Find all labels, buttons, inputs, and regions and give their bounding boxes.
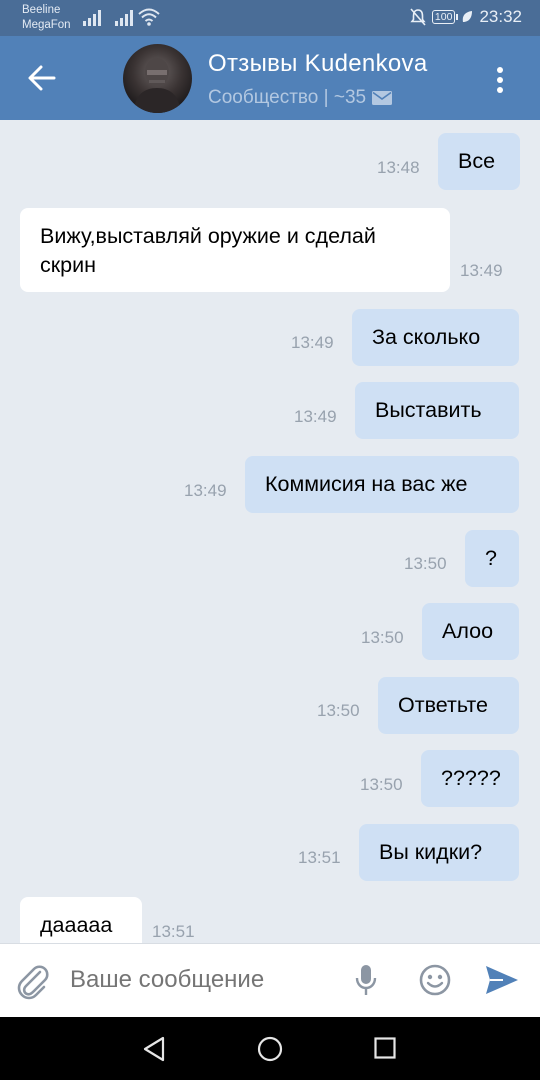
message-time: 13:48: [377, 158, 420, 177]
status-bar: Beeline MegaFon 100 23:32: [0, 0, 540, 36]
message-list[interactable]: Все 13:48 Вижу,выставляй оружие и сделай…: [0, 120, 540, 943]
mute-icon: [410, 8, 426, 26]
status-right: 100 23:32: [410, 7, 522, 27]
message-text: Выставить: [375, 398, 482, 422]
attach-icon[interactable]: [16, 964, 50, 1000]
microphone-icon[interactable]: [355, 964, 377, 998]
message-text: ?????: [441, 766, 501, 790]
battery-icon: 100: [431, 10, 458, 24]
message-text: Вы кидки?: [379, 840, 483, 864]
avatar-image: [133, 58, 181, 113]
carriers: Beeline MegaFon: [22, 3, 71, 33]
back-arrow-icon[interactable]: [26, 62, 58, 94]
chat-header: Отзывы Kudenkova Сообщество | ~35: [0, 36, 540, 120]
message-time: 13:49: [460, 261, 503, 280]
message-bubble-out[interactable]: Вы кидки?: [359, 824, 519, 881]
message-bubble-in[interactable]: дааааа: [20, 897, 142, 943]
message-time: 13:51: [152, 922, 195, 941]
chat-subtitle: Сообщество | ~35: [208, 87, 393, 109]
message-bubble-out[interactable]: Все: [438, 133, 520, 190]
message-text: дааааа: [40, 913, 113, 937]
message-text: Все: [458, 149, 496, 173]
message-text: Алоо: [442, 619, 494, 643]
message-bubble-out[interactable]: Коммисия на вас же: [245, 456, 519, 513]
nav-home-icon[interactable]: [257, 1036, 283, 1062]
nav-back-icon[interactable]: [142, 1036, 166, 1062]
message-text: За сколько: [372, 325, 481, 349]
wifi-icon: [138, 8, 160, 26]
message-bubble-in[interactable]: Вижу,выставляй оружие и сделай скрин: [20, 208, 450, 292]
message-text: Вижу,выставляй оружие и сделай скрин: [40, 224, 376, 277]
carrier-1: Beeline: [22, 4, 61, 16]
message-bubble-out[interactable]: Алоо: [422, 603, 519, 660]
leaf-icon: [463, 11, 473, 22]
envelope-icon: [372, 91, 393, 105]
carrier-2: MegaFon: [22, 19, 71, 31]
message-time: 13:50: [317, 701, 360, 720]
message-input[interactable]: [70, 966, 330, 994]
message-bubble-out[interactable]: За сколько: [352, 309, 519, 366]
message-time: 13:49: [291, 333, 334, 352]
message-bubble-out[interactable]: ?????: [421, 750, 519, 807]
message-text: Коммисия на вас же: [265, 472, 468, 496]
message-bubble-out[interactable]: Выставить: [355, 382, 519, 439]
send-icon[interactable]: [485, 965, 519, 995]
subtitle-text: Сообщество | ~35: [208, 87, 367, 108]
more-options-icon[interactable]: [496, 66, 504, 94]
avatar[interactable]: [123, 44, 192, 113]
message-bubble-out[interactable]: ?: [465, 530, 519, 587]
message-text: Ответьте: [398, 693, 488, 717]
message-bubble-out[interactable]: Ответьте: [378, 677, 519, 734]
message-text: ?: [485, 546, 497, 570]
message-time: 13:50: [404, 554, 447, 573]
clock: 23:32: [479, 7, 522, 26]
message-composer: [0, 943, 540, 1018]
system-nav-bar: [0, 1017, 540, 1080]
message-time: 13:51: [298, 848, 341, 867]
signal-icon: [83, 10, 101, 26]
signal-icon: [115, 10, 133, 26]
chat-title[interactable]: Отзывы Kudenkova: [208, 50, 427, 78]
message-time: 13:49: [294, 407, 337, 426]
nav-recent-apps-icon[interactable]: [374, 1037, 396, 1059]
emoji-icon[interactable]: [419, 964, 451, 996]
message-time: 13:50: [361, 628, 404, 647]
message-time: 13:50: [360, 775, 403, 794]
message-time: 13:49: [184, 481, 227, 500]
